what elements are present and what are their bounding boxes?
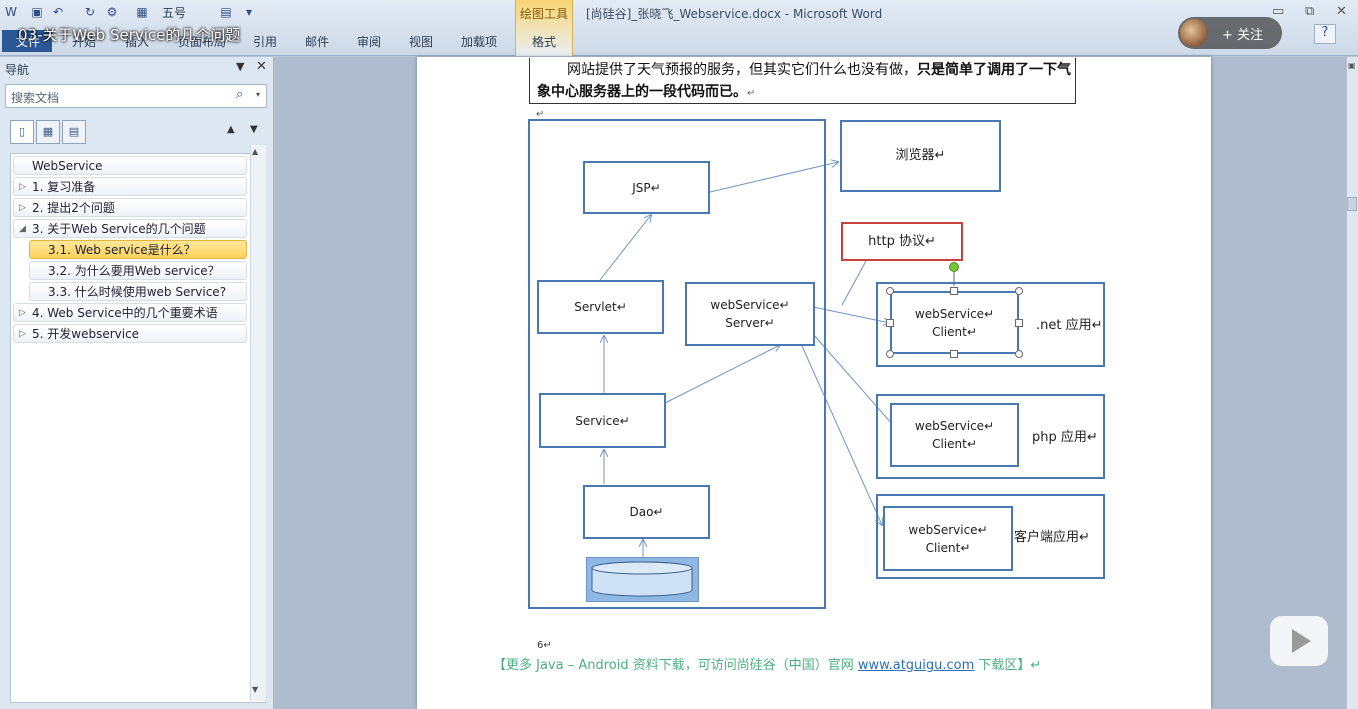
footer-suffix: 下载区】↵ [974,658,1042,673]
ws-server-box[interactable]: webService↵ Server↵ [685,282,815,346]
resize-handle[interactable] [950,350,958,358]
desktop-client-box[interactable]: webService↵ Client↵ [883,506,1013,571]
service-box[interactable]: Service↵ [539,393,666,448]
browser-box[interactable]: 浏览器↵ [840,120,1001,192]
client-app-label: 客户端应用↵ [1014,530,1090,545]
service-label: Service↵ [575,413,630,428]
servlet-label: Servlet↵ [574,300,627,314]
video-player-button[interactable] [1270,616,1328,666]
ws-server-label-2: Server↵ [725,316,775,330]
resize-handle[interactable] [1015,319,1023,327]
resize-handle[interactable] [886,350,894,358]
browser-label: 浏览器↵ [895,148,946,163]
net-client-box[interactable]: webService↵ Client↵ [890,291,1019,354]
play-icon [1292,629,1311,653]
client-label-2: Client↵ [932,437,977,451]
resize-handle[interactable] [1015,287,1023,295]
anchor-mark: ↵ [536,109,545,120]
resize-handle[interactable] [886,287,894,295]
resize-handle[interactable] [950,287,958,295]
dao-label: Dao↵ [629,505,664,519]
resize-handle[interactable] [886,319,894,327]
page-number: 6↵ [537,640,552,651]
dao-box[interactable]: Dao↵ [583,485,710,539]
footer-prefix: 【更多 Java – Android 资料下载，可访问尚硅谷（中国）官网 [493,658,858,673]
jsp-box[interactable]: JSP↵ [583,161,710,214]
resize-handle[interactable] [1015,350,1023,358]
rotate-handle[interactable] [949,262,959,272]
http-protocol-box[interactable]: http 协议↵ [841,222,963,261]
php-client-box[interactable]: webService↵ Client↵ [890,403,1019,467]
jsp-label: JSP↵ [632,180,661,195]
servlet-box[interactable]: Servlet↵ [537,280,664,334]
ws-server-label-1: webService↵ [710,298,790,312]
http-label: http 协议↵ [868,233,936,249]
net-app-label: .net 应用↵ [1036,318,1103,333]
php-app-label: php 应用↵ [1032,430,1098,445]
client-label-2: Client↵ [932,324,977,339]
database-icon[interactable] [590,560,695,600]
client-label-1: webService↵ [914,419,995,433]
client-label-2: Client↵ [925,540,971,555]
client-label-1: webService↵ [908,522,988,537]
footer-link[interactable]: www.atguigu.com [858,658,974,673]
client-label-1: webService↵ [914,306,995,321]
page-footer: 【更多 Java – Android 资料下载，可访问尚硅谷（中国）官网 www… [493,654,1041,673]
http-callout-line [841,260,867,306]
